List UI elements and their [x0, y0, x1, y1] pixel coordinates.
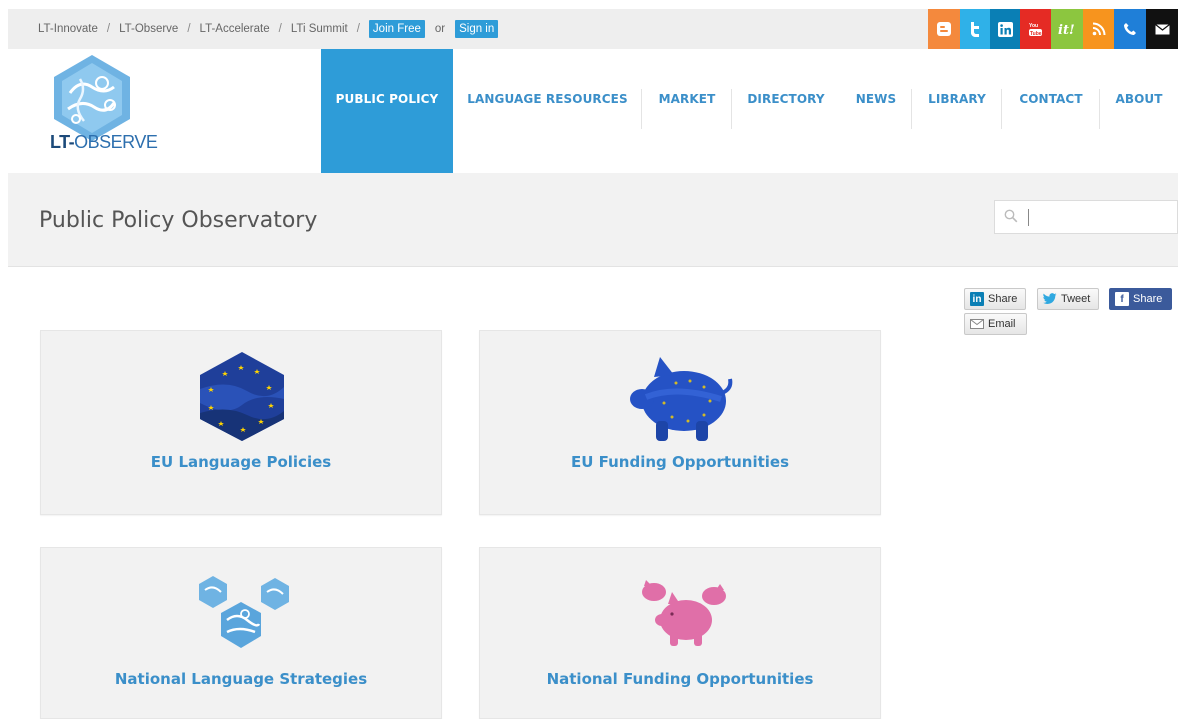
envelope-icon — [970, 319, 984, 329]
itunes-icon[interactable]: it! — [1051, 9, 1083, 49]
card-label: EU Funding Opportunities — [570, 453, 790, 471]
linkedin-share-label: Share — [988, 293, 1018, 305]
phone-icon[interactable] — [1114, 9, 1146, 49]
svg-text:it!: it! — [1058, 23, 1075, 37]
nav-label: CONTACT — [1019, 92, 1083, 106]
blogger-icon[interactable] — [928, 9, 960, 49]
facebook-share-label: Share — [1133, 293, 1163, 305]
eu-flag-hexagon-icon — [200, 352, 284, 441]
nav-label: DIRECTORY — [747, 92, 825, 106]
link-lt-innovate[interactable]: LT-Innovate — [38, 23, 98, 35]
nav-label: MARKET — [658, 92, 716, 106]
linkedin-share-button[interactable]: in Share — [964, 288, 1026, 310]
search-box[interactable] — [994, 200, 1178, 234]
title-band: Public Policy Observatory — [8, 173, 1178, 267]
breadcrumb-separator: / — [278, 23, 282, 35]
nav-library[interactable]: LIBRARY — [912, 49, 1002, 173]
twitter-bird-icon — [1043, 293, 1057, 305]
card-eu-language-policies[interactable]: EU Language Policies — [40, 330, 442, 515]
svg-text:Tube: Tube — [1030, 31, 1042, 37]
search-icon — [1004, 209, 1018, 223]
nav-label: PUBLIC POLICY — [335, 92, 439, 106]
tweet-label: Tweet — [1061, 293, 1091, 305]
rss-icon[interactable] — [1083, 9, 1114, 49]
search-divider — [1028, 209, 1029, 226]
facebook-icon: f — [1115, 292, 1129, 306]
mail-icon[interactable] — [1146, 9, 1178, 49]
email-share-label: Email — [988, 318, 1016, 330]
breadcrumb-separator: / — [356, 23, 360, 35]
link-lt-accelerate[interactable]: LT-Accelerate — [200, 23, 270, 35]
join-free-button[interactable]: Join Free — [368, 20, 425, 38]
logo-text-prefix: LT- — [50, 132, 75, 152]
link-lti-summit[interactable]: LTi Summit — [291, 23, 348, 35]
card-national-funding-opportunities[interactable]: National Funding Opportunities — [479, 547, 881, 719]
main-nav: PUBLIC POLICY LANGUAGE RESOURCES MARKET … — [321, 49, 1178, 173]
or-text: or — [434, 23, 446, 35]
nav-about[interactable]: ABOUT — [1100, 49, 1178, 173]
card-label: EU Language Policies — [150, 453, 332, 471]
card-label: National Funding Opportunities — [546, 670, 814, 688]
card-label: National Language Strategies — [114, 670, 368, 688]
top-bar: LT-Innovate / LT-Observe / LT-Accelerate… — [8, 9, 1178, 49]
nav-label: NEWS — [855, 92, 897, 106]
breadcrumb-separator: / — [187, 23, 191, 35]
pink-piggy-banks-icon — [642, 580, 726, 646]
youtube-icon[interactable]: You Tube — [1020, 9, 1051, 49]
nav-public-policy[interactable]: PUBLIC POLICY — [321, 49, 453, 173]
page-title: Public Policy Observatory — [39, 208, 318, 233]
breadcrumb-separator: / — [106, 23, 111, 35]
nav-label: LANGUAGE RESOURCES — [467, 92, 628, 106]
nav-market[interactable]: MARKET — [642, 49, 732, 173]
logo-text: LT-OBSERVE — [50, 132, 158, 153]
nav-label: ABOUT — [1115, 92, 1163, 106]
nav-news[interactable]: NEWS — [840, 49, 912, 173]
card-eu-funding-opportunities[interactable]: EU Funding Opportunities — [479, 330, 881, 515]
site-header: LT-OBSERVE PUBLIC POLICY LANGUAGE RESOUR… — [0, 49, 1178, 173]
card-national-language-strategies[interactable]: National Language Strategies — [40, 547, 442, 719]
twitter-icon[interactable] — [960, 9, 990, 49]
national-strategies-icon — [199, 576, 289, 648]
sign-in-button[interactable]: Sign in — [455, 20, 499, 38]
email-share-button[interactable]: Email — [964, 313, 1027, 335]
logo-text-suffix: OBSERVE — [74, 132, 158, 152]
linkedin-icon: in — [970, 292, 984, 306]
nav-language-resources[interactable]: LANGUAGE RESOURCES — [453, 49, 642, 173]
link-lt-observe[interactable]: LT-Observe — [119, 23, 178, 35]
facebook-share-button[interactable]: f Share — [1109, 288, 1172, 310]
nav-contact[interactable]: CONTACT — [1002, 49, 1100, 173]
linkedin-icon[interactable] — [990, 9, 1020, 49]
tweet-button[interactable]: Tweet — [1037, 288, 1099, 310]
eu-piggy-bank-icon — [630, 357, 733, 441]
svg-text:You: You — [1029, 23, 1038, 29]
search-input[interactable] — [1031, 205, 1171, 229]
nav-directory[interactable]: DIRECTORY — [732, 49, 840, 173]
breadcrumb: LT-Innovate / LT-Observe / LT-Accelerate… — [38, 20, 499, 38]
social-icons: You Tube it! — [928, 9, 1178, 49]
nav-label: LIBRARY — [928, 92, 986, 106]
